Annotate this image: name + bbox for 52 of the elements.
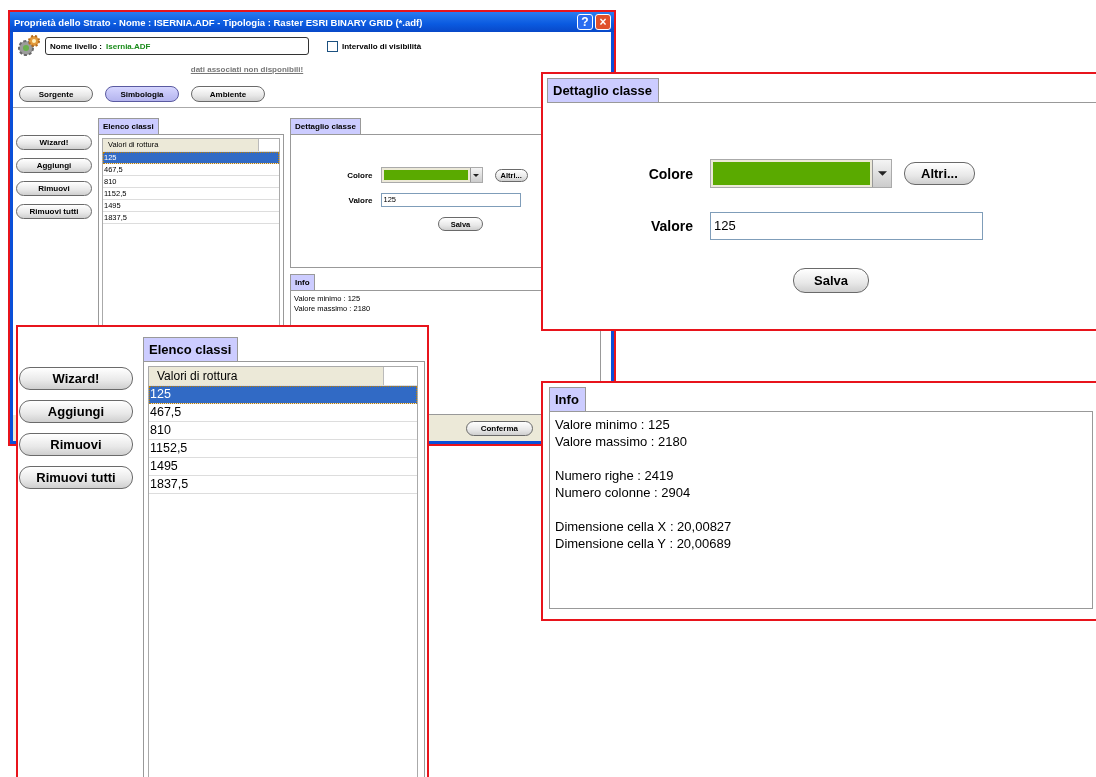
list-row[interactable]: 1152,5 bbox=[149, 440, 417, 458]
panel-tab[interactable]: Info bbox=[290, 274, 315, 290]
color-picker[interactable] bbox=[380, 167, 483, 183]
caret-icon bbox=[877, 171, 887, 176]
panel-tab[interactable]: Dettaglio classe bbox=[290, 118, 361, 134]
column-header[interactable]: Valori di rottura bbox=[149, 367, 384, 385]
layer-name-value: Isernia.ADF bbox=[106, 41, 151, 51]
panel-tab[interactable]: Elenco classi bbox=[98, 118, 159, 134]
side-button[interactable]: Aggiungi bbox=[16, 158, 92, 173]
value-label: Valore bbox=[650, 218, 693, 234]
color-label: Colore bbox=[347, 170, 373, 180]
info-line: Dimensione cella X : 20,00827 bbox=[555, 518, 733, 535]
value-field[interactable]: 125 bbox=[710, 212, 983, 240]
save-button[interactable]: Salva bbox=[793, 268, 869, 293]
side-button[interactable]: Aggiungi bbox=[19, 400, 133, 423]
checkbox-label: Intervallo di visibilità bbox=[342, 41, 422, 51]
data-link[interactable]: dati associati non disponibili! bbox=[190, 64, 304, 74]
confirm-button[interactable]: Conferma bbox=[465, 420, 533, 436]
checkbox[interactable] bbox=[327, 40, 338, 52]
caret-icon bbox=[473, 173, 480, 177]
value-label: Valore bbox=[348, 195, 373, 205]
info-line: Dimensione cella Y : 20,00689 bbox=[555, 535, 732, 552]
info-line: Valore massimo : 2180 bbox=[555, 433, 688, 450]
panel-tab[interactable]: Elenco classi bbox=[143, 337, 239, 361]
tab[interactable]: Ambiente bbox=[191, 86, 265, 102]
help-button[interactable]: ? bbox=[577, 14, 593, 30]
side-button[interactable]: Rimuovi tutti bbox=[19, 466, 133, 489]
list-row[interactable]: 1837,5 bbox=[149, 476, 417, 494]
tab[interactable]: Sorgente bbox=[19, 86, 93, 102]
list-row[interactable]: 1495 bbox=[149, 458, 417, 476]
close-button[interactable]: × bbox=[595, 14, 611, 30]
side-button[interactable]: Wizard! bbox=[19, 367, 133, 390]
side-button[interactable]: Wizard! bbox=[16, 135, 92, 150]
layer-name-field[interactable]: Nome livello : Isernia.ADF bbox=[45, 37, 309, 55]
panel-tab[interactable]: Info bbox=[549, 387, 586, 411]
info-line: Numero colonne : 2904 bbox=[555, 484, 692, 501]
more-colors-button[interactable]: Altri... bbox=[904, 162, 975, 185]
info-line: Numero righe : 2419 bbox=[555, 467, 675, 484]
side-button[interactable]: Rimuovi bbox=[16, 181, 92, 196]
side-button[interactable]: Rimuovi tutti bbox=[16, 204, 92, 219]
window-title: Proprietà dello Strato - Nome : ISERNIA.ADF - Tipologia : Raster ESRI BINARY GRID (*.adf) bbox=[14, 16, 423, 28]
color-picker[interactable] bbox=[710, 159, 892, 188]
side-button[interactable]: Rimuovi bbox=[19, 433, 133, 456]
tab[interactable]: Simbologia bbox=[105, 86, 179, 102]
list-row[interactable]: 467,5 bbox=[149, 404, 417, 422]
color-label: Colore bbox=[648, 165, 693, 182]
panel-tab[interactable]: Dettaglio classe bbox=[547, 78, 659, 102]
gears-icon bbox=[17, 34, 41, 58]
list-row[interactable]: 125 bbox=[149, 386, 417, 404]
list-row[interactable]: 810 bbox=[149, 422, 417, 440]
layer-name-label: Nome livello : bbox=[50, 41, 102, 51]
info-line: Valore minimo : 125 bbox=[555, 416, 671, 433]
